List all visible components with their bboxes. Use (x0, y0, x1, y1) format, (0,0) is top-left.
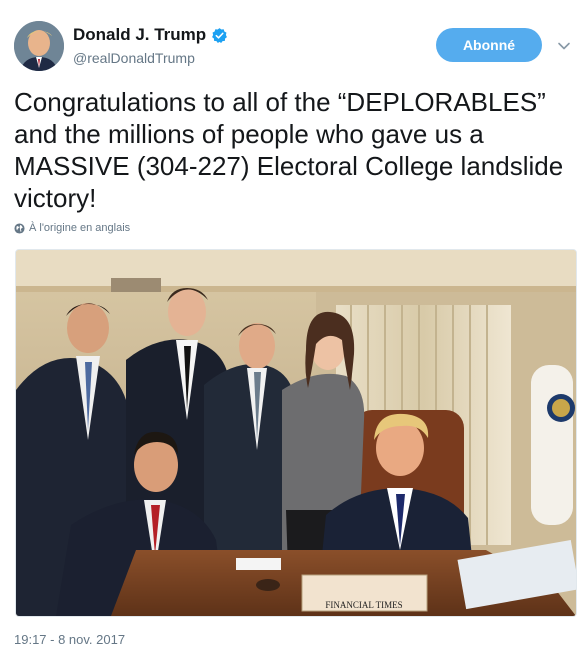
translation-note-text: À l'origine en anglais (29, 222, 131, 234)
verified-badge-icon (212, 27, 228, 43)
tweet-photo[interactable]: FINANCIAL TIMES (15, 249, 577, 617)
display-name[interactable]: Donald J. Trump (73, 25, 228, 45)
avatar[interactable] (14, 21, 64, 71)
avatar-portrait-icon (14, 21, 64, 71)
globe-icon (14, 222, 25, 234)
user-handle[interactable]: @realDonaldTrump (73, 50, 195, 66)
display-name-text[interactable]: Donald J. Trump (73, 25, 206, 45)
tweet-timestamp[interactable]: 19:17 - 8 nov. 2017 (14, 632, 125, 647)
follow-button[interactable]: Abonné (436, 28, 542, 62)
tweet-text: Congratulations to all of the “DEPLORABL… (14, 87, 564, 213)
newspaper: FINANCIAL TIMES (301, 574, 428, 612)
chevron-down-icon[interactable] (557, 39, 571, 53)
group-photo-image: FINANCIAL TIMES (16, 250, 576, 616)
svg-text:FINANCIAL TIMES: FINANCIAL TIMES (325, 600, 402, 610)
translation-note[interactable]: À l'origine en anglais (14, 222, 130, 234)
